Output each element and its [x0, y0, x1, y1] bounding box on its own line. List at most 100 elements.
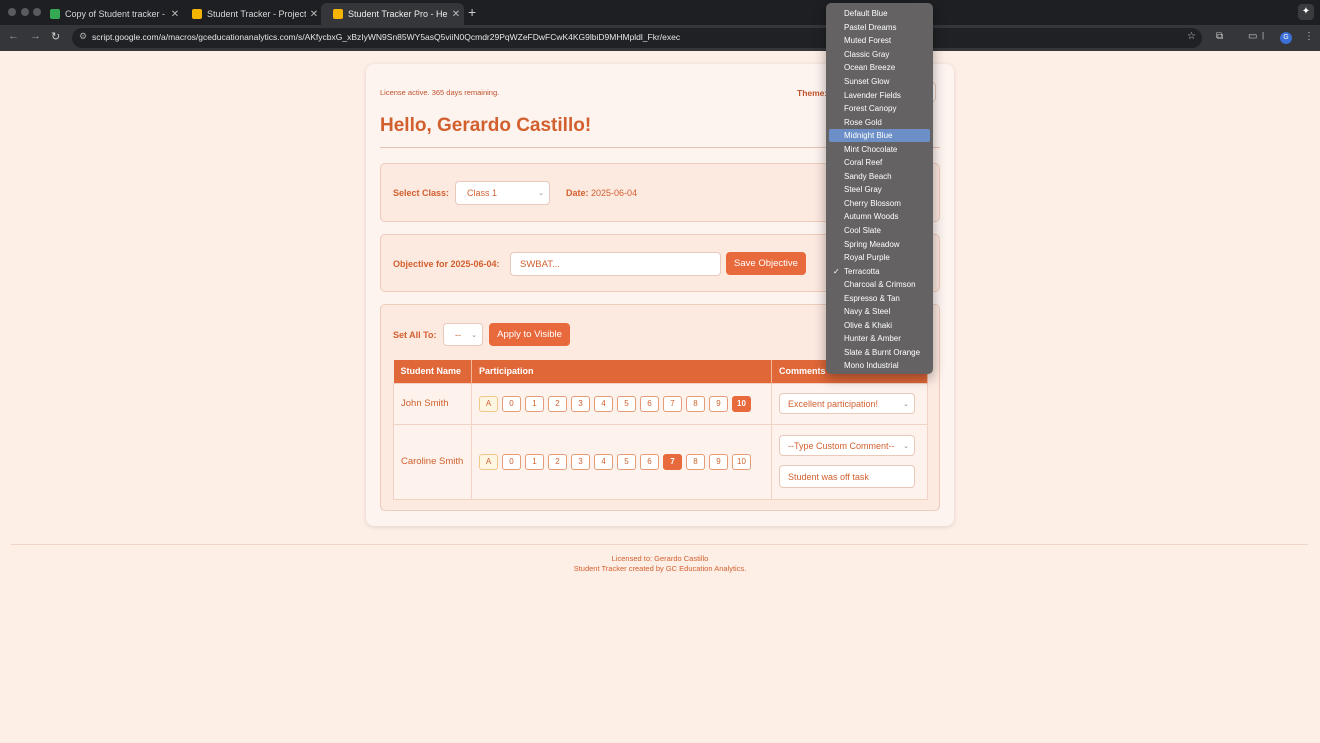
comment-select[interactable]: --Type Custom Comment-- ⌄ [779, 435, 915, 456]
theme-option-muted-forest[interactable]: Muted Forest [829, 34, 930, 48]
site-settings-icon[interactable]: ⚙ [79, 31, 87, 42]
student-table: Student Name Participation Comments John… [393, 360, 928, 500]
score-button-10[interactable]: 10 [732, 453, 751, 470]
theme-option-mint-chocolate[interactable]: Mint Chocolate [829, 142, 930, 156]
student-name: John Smith [393, 382, 472, 425]
theme-option-cherry-blossom[interactable]: Cherry Blossom [829, 197, 930, 211]
theme-option-classic-gray[interactable]: Classic Gray [829, 48, 930, 62]
theme-option-ocean-breeze[interactable]: Ocean Breeze [829, 61, 930, 75]
window-close-dot[interactable] [8, 8, 16, 16]
close-tab-icon[interactable]: ✕ [448, 9, 464, 20]
score-button-9[interactable]: 9 [709, 453, 728, 470]
apps-script-favicon-icon [333, 9, 343, 19]
theme-option-coral-reef[interactable]: Coral Reef [829, 156, 930, 170]
custom-comment-input[interactable]: Student was off task [779, 465, 915, 488]
gemini-icon[interactable]: ✦ [1298, 4, 1314, 20]
footer-divider [11, 544, 1308, 545]
class-label: Select Class: [393, 188, 450, 198]
score-button-7[interactable]: 7 [663, 453, 682, 470]
tab-title: Student Tracker - Project Edit [207, 9, 306, 19]
score-button-1[interactable]: 1 [525, 453, 544, 470]
theme-option-olive-khaki[interactable]: Olive & Khaki [829, 319, 930, 333]
chevron-down-icon: ⌄ [471, 331, 477, 339]
close-tab-icon[interactable]: ✕ [306, 9, 322, 20]
chevron-down-icon: ⌄ [903, 442, 909, 450]
absent-button[interactable]: A [479, 395, 498, 412]
theme-option-lavender-fields[interactable]: Lavender Fields [829, 88, 930, 102]
date-label: Date: [566, 188, 589, 198]
score-button-6[interactable]: 6 [640, 395, 659, 412]
objective-input[interactable]: SWBAT... [510, 252, 721, 276]
tab-title: Student Tracker Pro - Hello, G [348, 9, 448, 19]
theme-option-cool-slate[interactable]: Cool Slate [829, 224, 930, 238]
theme-option-navy-steel[interactable]: Navy & Steel [829, 305, 930, 319]
score-button-2[interactable]: 2 [548, 453, 567, 470]
student-name: Caroline Smith [393, 423, 472, 500]
score-button-0[interactable]: 0 [502, 453, 521, 470]
browser-tab-3[interactable]: Student Tracker Pro - Hello, G ✕ [321, 3, 464, 25]
score-button-9[interactable]: 9 [709, 395, 728, 412]
profile-avatar[interactable]: G [1280, 32, 1292, 44]
theme-option-pastel-dreams[interactable]: Pastel Dreams [829, 21, 930, 35]
objective-label: Objective for 2025-06-04: [393, 259, 500, 269]
theme-option-mono-industrial[interactable]: Mono Industrial [829, 359, 930, 373]
browser-tab-1[interactable]: Copy of Student tracker - Go ✕ [38, 3, 183, 25]
theme-option-forest-canopy[interactable]: Forest Canopy [829, 102, 930, 116]
window-minimize-dot[interactable] [21, 8, 29, 16]
score-button-6[interactable]: 6 [640, 453, 659, 470]
comments-cell: Excellent participation! ⌄ [771, 382, 928, 425]
theme-option-royal-purple[interactable]: Royal Purple [829, 251, 930, 265]
back-icon[interactable]: ← [8, 30, 19, 42]
new-tab-icon[interactable]: + [468, 4, 476, 20]
theme-option-terracotta[interactable]: ✓ Terracotta [829, 264, 930, 278]
score-button-1[interactable]: 1 [525, 395, 544, 412]
theme-option-autumn-woods[interactable]: Autumn Woods [829, 210, 930, 224]
theme-option-steel-gray[interactable]: Steel Gray [829, 183, 930, 197]
sheets-favicon-icon [50, 9, 60, 19]
theme-option-charcoal-crimson[interactable]: Charcoal & Crimson [829, 278, 930, 292]
score-button-2[interactable]: 2 [548, 395, 567, 412]
score-button-3[interactable]: 3 [571, 395, 590, 412]
extensions-icon[interactable]: ⧉ [1216, 31, 1223, 42]
theme-option-sunset-glow[interactable]: Sunset Glow [829, 75, 930, 89]
score-button-3[interactable]: 3 [571, 453, 590, 470]
score-button-4[interactable]: 4 [594, 395, 613, 412]
score-button-4[interactable]: 4 [594, 453, 613, 470]
score-button-10[interactable]: 10 [732, 395, 751, 412]
table-row: Caroline Smith A 0 1 2 3 4 5 6 7 8 9 10 … [393, 423, 928, 500]
forward-icon[interactable]: → [30, 30, 41, 42]
side-panel-icon[interactable]: ▭ [1248, 31, 1257, 42]
class-select[interactable]: Class 1 ⌄ [455, 181, 550, 205]
theme-option-espresso-tan[interactable]: Espresso & Tan [829, 291, 930, 305]
score-button-8[interactable]: 8 [686, 453, 705, 470]
theme-option-default-blue[interactable]: Default Blue [829, 7, 930, 21]
theme-option-spring-meadow[interactable]: Spring Meadow [829, 237, 930, 251]
save-objective-button[interactable]: Save Objective [726, 252, 806, 275]
reload-icon[interactable]: ↻ [51, 30, 60, 43]
set-all-select[interactable]: -- ⌄ [443, 323, 483, 346]
theme-option-slate-burnt-orange[interactable]: Slate & Burnt Orange [829, 346, 930, 360]
bookmark-star-icon[interactable]: ☆ [1187, 31, 1196, 42]
score-button-5[interactable]: 5 [617, 453, 636, 470]
apply-to-visible-button[interactable]: Apply to Visible [489, 323, 570, 346]
score-button-8[interactable]: 8 [686, 395, 705, 412]
theme-option-sandy-beach[interactable]: Sandy Beach [829, 170, 930, 184]
date-value: 2025-06-04 [591, 188, 638, 198]
apps-script-favicon-icon [192, 9, 202, 19]
date-display: Date: 2025-06-04 [566, 188, 637, 198]
comment-select-value: Excellent participation! [788, 398, 879, 409]
score-button-5[interactable]: 5 [617, 395, 636, 412]
set-all-label: Set All To: [393, 330, 437, 340]
address-bar[interactable]: ⚙ script.google.com/a/macros/gceducation… [72, 28, 1202, 48]
comment-select-value: --Type Custom Comment-- [788, 440, 895, 451]
score-button-0[interactable]: 0 [502, 395, 521, 412]
browser-tab-2[interactable]: Student Tracker - Project Edit ✕ [180, 3, 322, 25]
more-menu-icon[interactable]: ⋮ [1304, 31, 1314, 42]
theme-option-rose-gold[interactable]: Rose Gold [829, 115, 930, 129]
comment-select[interactable]: Excellent participation! ⌄ [779, 393, 915, 414]
absent-button[interactable]: A [479, 453, 498, 470]
theme-option-hunter-amber[interactable]: Hunter & Amber [829, 332, 930, 346]
score-button-7[interactable]: 7 [663, 395, 682, 412]
theme-option-midnight-blue[interactable]: Midnight Blue [829, 128, 930, 143]
theme-dropdown-list: Default Blue Pastel Dreams Muted Forest … [826, 3, 933, 374]
